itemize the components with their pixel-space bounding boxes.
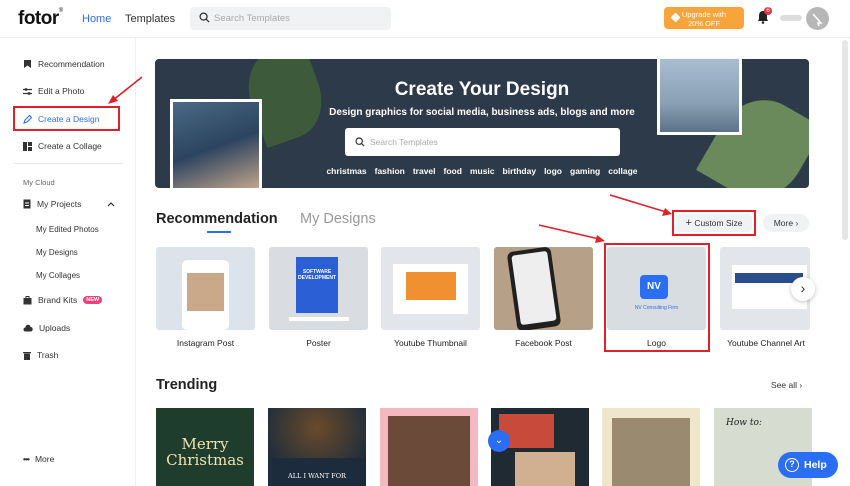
tag-music[interactable]: music [470,166,495,176]
trending-card-3[interactable] [380,408,478,486]
page-scrollbar[interactable] [842,40,848,240]
tag-gaming[interactable]: gaming [570,166,600,176]
tag-fashion[interactable]: fashion [375,166,405,176]
search-placeholder: Search Templates [214,13,290,24]
template-card-youtube-thumbnail[interactable] [381,247,480,330]
tag-food[interactable]: food [444,166,462,176]
search-input[interactable]: Search Templates [190,7,391,30]
carousel-next-icon[interactable]: › [791,277,815,301]
tab-recommendation[interactable]: Recommendation [156,211,278,227]
card-label-instagram: Instagram Post [176,338,235,348]
sidebar-item-my-designs[interactable]: My Designs [36,248,78,257]
new-badge: NEW [83,296,103,304]
create-design-banner: Create Your Design Design graphics for s… [155,59,809,188]
cloud-upload-icon [23,324,33,332]
sidebar-more[interactable]: ••• More [23,451,54,467]
search-icon [355,137,365,147]
sidebar-group-label: My Cloud [23,178,55,187]
banner-subtitle: Design graphics for social media, busine… [329,107,635,118]
briefcase-icon [23,295,32,304]
sidebar-item-edit-photo[interactable]: Edit a Photo [23,83,84,99]
trash-icon [23,351,31,360]
more-dots-icon: ••• [23,454,30,464]
card-label-youtube-channel: Youtube Channel Art [727,338,805,348]
tag-logo[interactable]: logo [544,166,562,176]
help-button[interactable]: ? Help [778,452,838,478]
highlight-custom-size [672,210,756,236]
card-label-poster: Poster [306,338,331,348]
template-card-instagram[interactable] [156,247,255,330]
collage-icon [23,141,32,151]
sidebar-item-create-collage[interactable]: Create a Collage [23,138,102,154]
sidebar-item-my-collages[interactable]: My Collages [36,271,80,280]
document-icon [23,199,31,209]
see-all-link[interactable]: See all › [771,380,802,390]
bookmark-icon [24,60,31,68]
tag-collage[interactable]: collage [608,166,637,176]
trending-card-2[interactable]: ALL I WANT FOR [268,408,366,486]
fotor-logo[interactable]: fotor® [18,8,63,30]
poster-text: SOFTWARE DEVELOPMENT [298,269,337,281]
bird-icon [812,13,823,27]
highlight-logo-card [604,243,710,352]
nav-home[interactable]: Home [82,13,111,25]
tag-travel[interactable]: travel [413,166,436,176]
question-icon: ? [785,458,799,472]
nav-templates[interactable]: Templates [125,13,175,25]
notification-badge: 6 [764,7,772,15]
upgrade-button[interactable]: Upgrade with 20% OFF [664,7,744,29]
tab-my-designs[interactable]: My Designs [300,211,376,227]
sidebar-item-edited-photos[interactable]: My Edited Photos [36,225,99,234]
banner-search-placeholder: Search Templates [370,137,438,147]
template-card-poster[interactable]: SOFTWARE DEVELOPMENT [269,247,368,330]
tag-birthday[interactable]: birthday [503,166,537,176]
sidebar-divider [14,163,123,164]
more-button[interactable]: More › [763,214,809,232]
scroll-down-icon[interactable]: ⌄ [488,430,510,452]
trending-card-1[interactable]: Merry Christmas [156,408,254,486]
sliders-icon [23,87,32,95]
tag-christmas[interactable]: christmas [326,166,366,176]
search-icon [199,12,210,23]
template-card-facebook[interactable] [494,247,593,330]
banner-title: Create Your Design [394,79,570,100]
sidebar-item-uploads[interactable]: Uploads [23,320,70,336]
annotation-arrow-icon [538,224,605,243]
tab-underline [207,231,231,233]
banner-search-input[interactable]: Search Templates [345,128,620,156]
sidebar-item-trash[interactable]: Trash [23,347,58,363]
card-label-facebook: Facebook Post [515,338,572,348]
top-bar: fotor® Home Templates Search Templates U… [0,0,850,38]
sidebar-item-brand-kits[interactable]: Brand Kits NEW [23,292,103,308]
highlight-create-design [13,106,120,131]
trending-title: Trending [156,377,218,393]
chevron-up-icon[interactable] [107,201,115,207]
avatar[interactable] [806,7,829,30]
username[interactable] [780,15,802,21]
banner-tags: christmas fashion travel food music birt… [155,166,809,176]
trending-card-5[interactable] [602,408,700,486]
sidebar-item-recommendation[interactable]: Recommendation [23,56,105,72]
card-label-youtube-thumbnail: Youtube Thumbnail [394,338,467,348]
annotation-arrow-icon [609,194,672,216]
sidebar-item-my-projects[interactable]: My Projects [23,196,115,212]
